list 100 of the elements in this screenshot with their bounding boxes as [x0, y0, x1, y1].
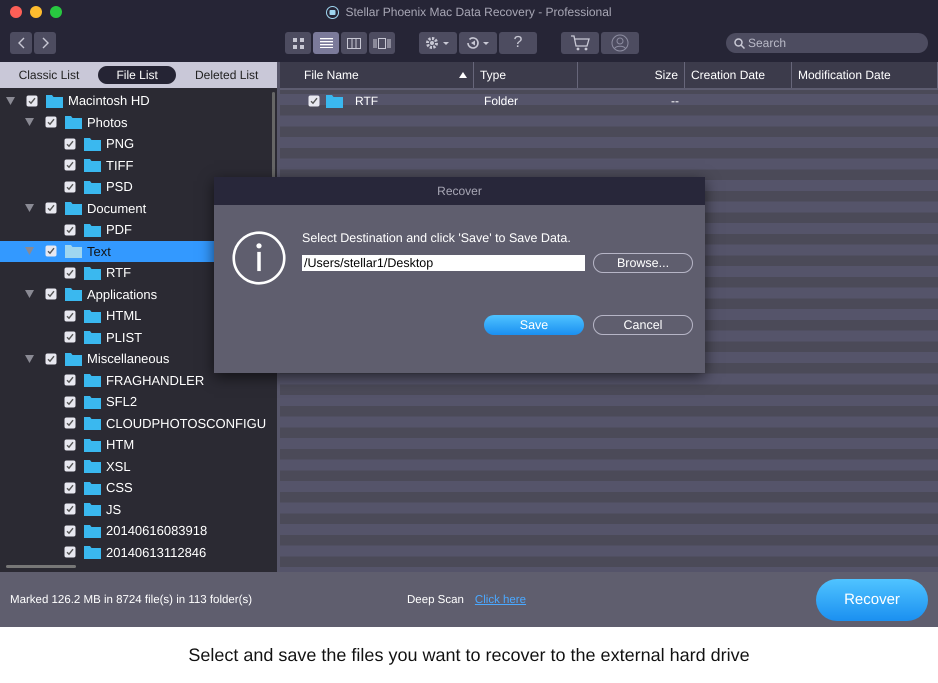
tree-row[interactable]: PNG [0, 133, 277, 154]
folder-icon [65, 201, 82, 216]
cart-icon [570, 35, 590, 51]
tree-row[interactable]: Applications [0, 284, 277, 305]
tree-row[interactable]: Miscellaneous [0, 348, 277, 370]
cover-flow-icon [373, 38, 391, 48]
tree-row[interactable]: PDF [0, 219, 277, 240]
table-cell-text: RTF [354, 94, 380, 108]
grid-view-icon [292, 38, 304, 48]
tree-row[interactable]: CLOUDPHOTOSCONFIGU [0, 412, 277, 434]
tree-row[interactable]: FRAGHANDLER [0, 370, 277, 391]
folder-icon [46, 94, 63, 108]
list-tab[interactable]: Classic List [0, 66, 98, 84]
checkbox[interactable] [64, 524, 76, 537]
disclosure-triangle-icon[interactable] [25, 354, 34, 363]
tree-row[interactable]: 20140613112846 [0, 542, 277, 563]
checkbox[interactable] [64, 396, 76, 408]
checkbox[interactable] [64, 374, 76, 386]
tree-row[interactable]: Document [0, 198, 277, 219]
tree-row[interactable]: TIFF [0, 154, 277, 176]
checkbox[interactable] [45, 245, 57, 258]
browse-button[interactable]: Browse... [593, 253, 693, 273]
checkbox[interactable] [64, 331, 76, 344]
column-header[interactable]: File Name [280, 62, 474, 88]
back-button[interactable] [10, 32, 32, 54]
list-tab[interactable]: File List [98, 66, 176, 84]
folder-icon [84, 524, 101, 538]
settings-icon [425, 36, 451, 50]
checkbox[interactable] [64, 503, 76, 516]
checkbox[interactable] [64, 159, 76, 172]
tree-row[interactable]: 20140616083918 [0, 520, 277, 542]
help-button[interactable]: ? [499, 32, 537, 54]
settings-button[interactable] [419, 32, 457, 54]
folder-icon [84, 502, 101, 516]
tree-row[interactable]: HTML [0, 305, 277, 326]
folder-name: PSD [106, 179, 133, 194]
folder-icon [84, 438, 101, 452]
account-button[interactable] [601, 32, 639, 54]
list-tab[interactable]: Deleted List [177, 66, 276, 84]
checkbox[interactable] [64, 180, 76, 193]
scrollbar[interactable] [6, 565, 76, 568]
folder-icon [65, 352, 82, 366]
folder-icon [326, 94, 343, 108]
view-button[interactable] [285, 32, 311, 54]
disclosure-triangle-icon[interactable] [25, 204, 34, 212]
tree-row[interactable]: Photos [0, 112, 277, 133]
checkbox[interactable] [45, 288, 57, 300]
tree-row[interactable]: JS [0, 498, 277, 520]
tree-row[interactable]: SFL2 [0, 391, 277, 412]
checkbox[interactable] [64, 266, 76, 279]
tree-row[interactable]: Macintosh HD [0, 90, 277, 112]
checkbox[interactable] [64, 310, 76, 322]
checkbox[interactable] [64, 546, 76, 558]
checkbox[interactable] [45, 202, 57, 214]
checkbox[interactable] [26, 94, 38, 107]
folder-name: PLIST [106, 330, 142, 345]
checkbox[interactable] [64, 438, 76, 451]
checkbox[interactable] [64, 138, 76, 150]
disclosure-triangle-icon[interactable] [25, 118, 34, 126]
tree-row[interactable]: RTF [0, 262, 277, 284]
checkbox[interactable] [45, 116, 57, 128]
cancel-button[interactable]: Cancel [593, 315, 693, 335]
view-button[interactable] [369, 32, 395, 54]
close-button[interactable] [10, 6, 22, 18]
checkbox[interactable] [64, 224, 76, 236]
forward-button[interactable] [34, 32, 56, 54]
folder-icon [84, 180, 101, 194]
column-header[interactable]: Size [578, 62, 685, 88]
folder-icon [65, 115, 82, 130]
column-header[interactable]: Modification Date [792, 62, 938, 88]
disclosure-triangle-icon[interactable] [25, 290, 34, 298]
folder-icon [84, 394, 101, 409]
checkbox[interactable] [308, 94, 320, 107]
search-field[interactable]: Search [726, 33, 928, 53]
user-icon [611, 34, 629, 52]
tree-row[interactable]: HTM [0, 434, 277, 456]
folder-icon [84, 222, 101, 237]
view-button[interactable] [341, 32, 367, 54]
tree-row[interactable]: CSS [0, 477, 277, 498]
checkbox[interactable] [64, 460, 76, 472]
checkbox[interactable] [64, 417, 76, 430]
dialog-message: Select Destination and click 'Save' to Save Data. [302, 231, 572, 245]
checkbox[interactable] [64, 482, 76, 494]
cart-button[interactable] [561, 32, 599, 54]
zoom-button[interactable] [50, 6, 62, 18]
folder-name: PNG [106, 136, 134, 152]
folder-icon [84, 459, 101, 474]
column-header[interactable]: Creation Date [685, 62, 792, 88]
view-button[interactable] [313, 32, 339, 54]
history-button[interactable] [459, 32, 497, 54]
folder-name: TIFF [106, 158, 134, 173]
disclosure-triangle-icon[interactable] [6, 96, 15, 105]
tree-row[interactable]: PSD [0, 176, 277, 198]
folder-name: Macintosh HD [68, 93, 150, 108]
tree-row[interactable]: PLIST [0, 326, 277, 348]
checkbox[interactable] [45, 352, 57, 365]
minimize-button[interactable] [30, 6, 42, 18]
destination-field[interactable]: /Users/stellar1/Desktop [302, 255, 585, 271]
tree-row[interactable]: XSL [0, 456, 277, 477]
column-header[interactable]: Type [474, 62, 578, 88]
